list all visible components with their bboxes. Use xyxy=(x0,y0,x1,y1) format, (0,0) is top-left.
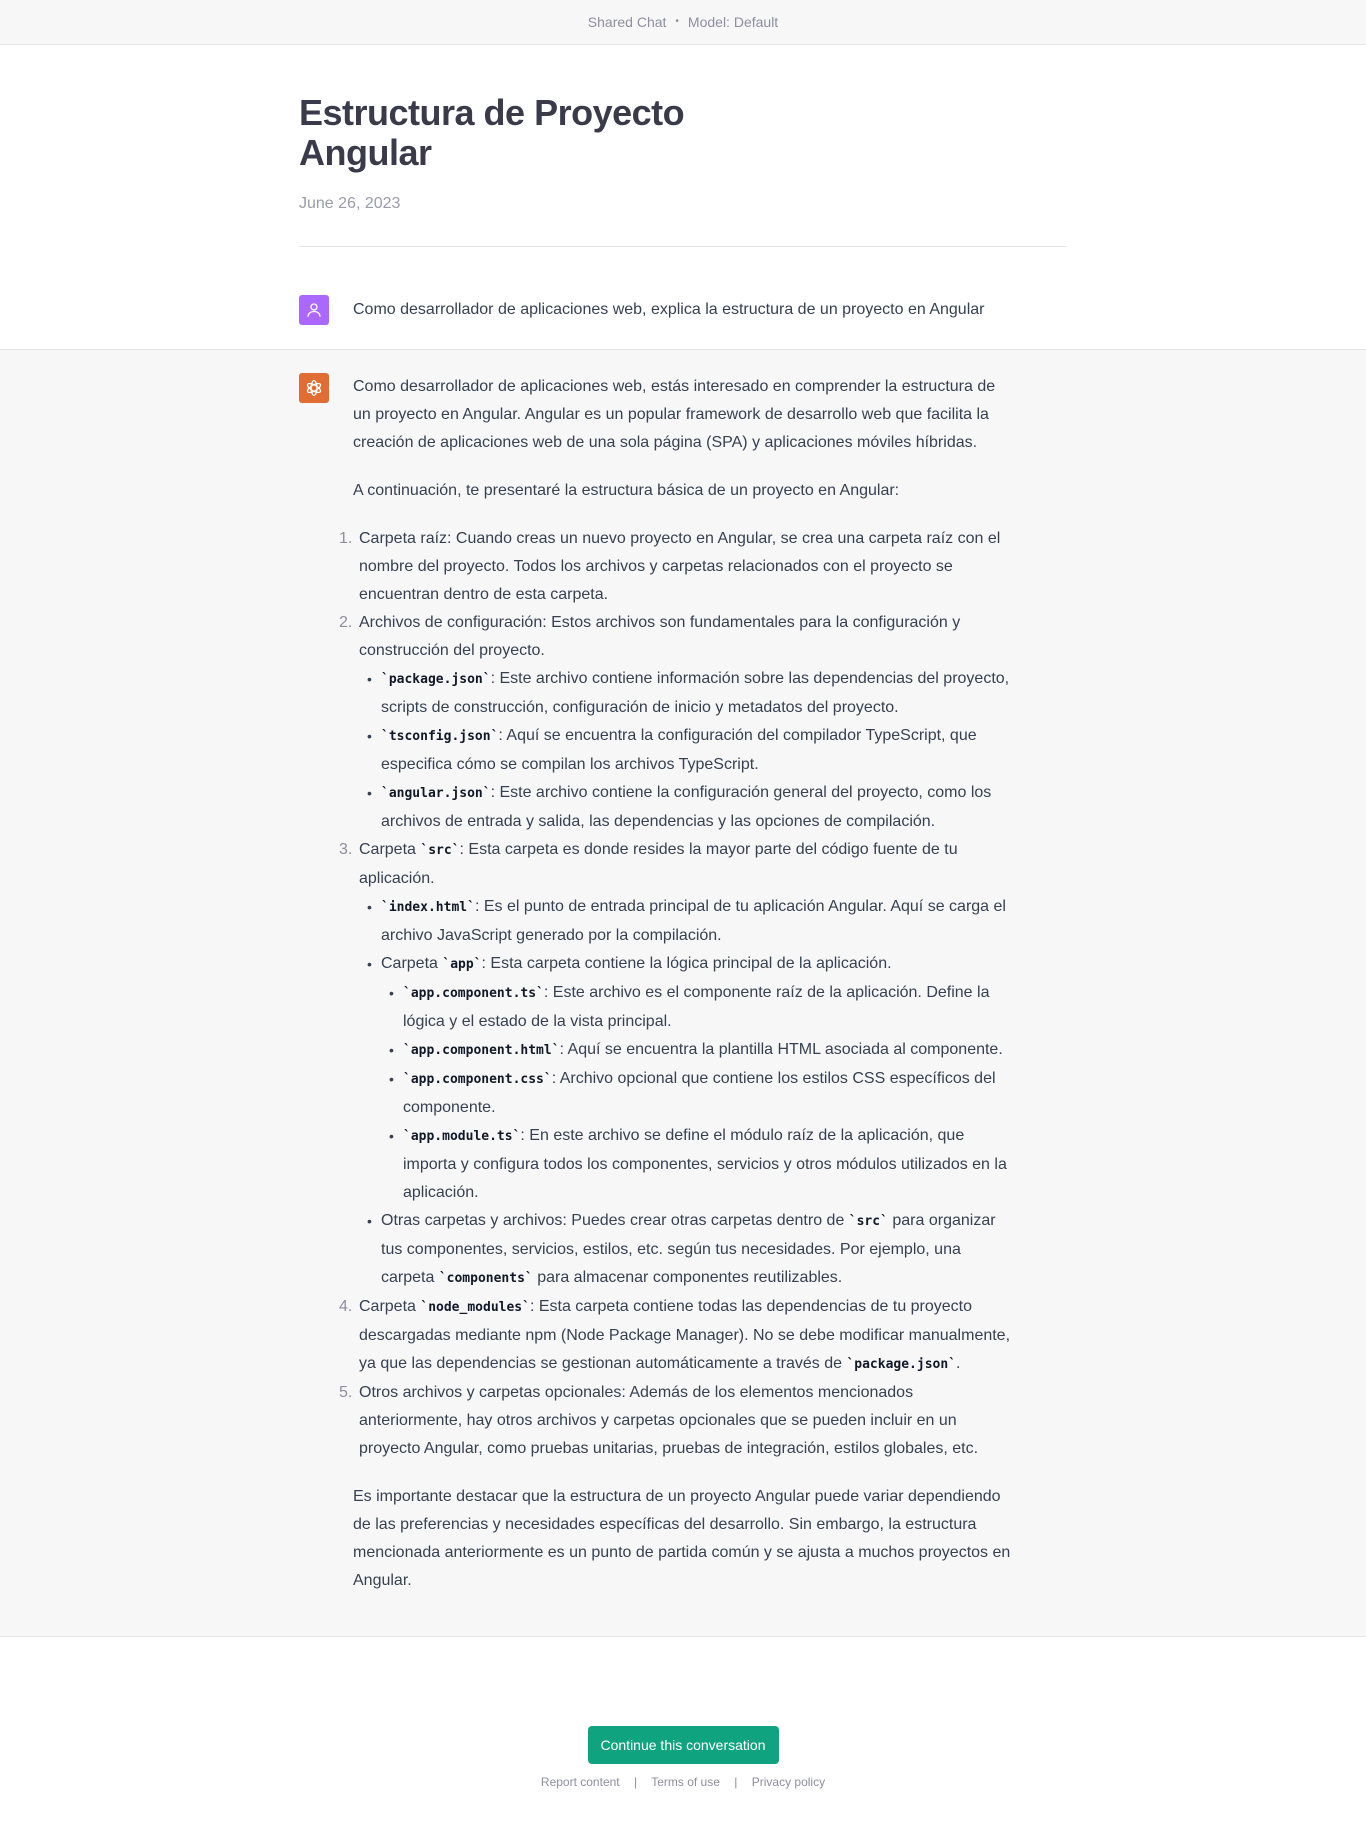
list-item-text: para almacenar componentes reutilizables… xyxy=(532,1269,843,1286)
page-footer: Continue this conversation Report conten… xyxy=(0,1637,1366,1789)
page-title: Estructura de Proyecto Angular xyxy=(299,92,685,173)
continue-conversation-button[interactable]: Continue this conversation xyxy=(587,1726,779,1764)
link-separator: | xyxy=(633,1775,638,1789)
code-inline: tsconfig.json xyxy=(381,729,498,744)
top-bar: Shared Chat • Model: Default xyxy=(0,0,1366,45)
list-number: 5. xyxy=(339,1384,353,1401)
code-inline: app.component.html xyxy=(403,1043,560,1058)
app-folder-list: app.component.ts: Este archivo es el com… xyxy=(381,979,1013,1207)
code-inline: app.module.ts xyxy=(403,1129,520,1144)
user-message: Como desarrollador de aplicaciones web, … xyxy=(0,247,1366,350)
terms-of-use-link[interactable]: Terms of use xyxy=(651,1775,720,1789)
openai-logo-icon xyxy=(306,380,322,396)
list-number: 2. xyxy=(339,614,353,631)
code-inline: angular.json xyxy=(381,786,491,801)
list-item: angular.json: Este archivo contiene la c… xyxy=(367,779,1013,836)
assistant-message: Como desarrollador de aplicaciones web, … xyxy=(0,350,1366,1637)
code-inline: components xyxy=(439,1271,533,1286)
assistant-avatar xyxy=(299,373,329,403)
list-item: app.module.ts: En este archivo se define… xyxy=(389,1122,1013,1207)
list-item-text: Otras carpetas y archivos: Puedes crear … xyxy=(381,1212,849,1229)
conversation-date: June 26, 2023 xyxy=(299,195,401,212)
list-number: 3. xyxy=(339,841,353,858)
conversation-header: Estructura de Proyecto Angular June 26, … xyxy=(299,45,1067,247)
list-item: app.component.ts: Este archivo es el com… xyxy=(389,979,1013,1036)
outro-paragraph: Es importante destacar que la estructura… xyxy=(353,1488,1011,1589)
link-separator: | xyxy=(734,1775,738,1789)
assistant-message-body: Como desarrollador de aplicaciones web, … xyxy=(339,373,1013,1615)
code-inline: src xyxy=(849,1214,888,1229)
list-item-text: Carpeta xyxy=(359,841,421,858)
shared-chat-label: Shared Chat xyxy=(587,14,667,30)
user-icon xyxy=(307,303,321,317)
list-item-text: Archivos de configuración: Estos archivo… xyxy=(359,614,961,659)
user-message-text: Como desarrollador de aplicaciones web, … xyxy=(353,301,985,318)
code-inline: src xyxy=(420,843,459,858)
src-list: index.html: Es el punto de entrada princ… xyxy=(359,893,1013,1293)
list-item: app.component.css: Archivo opcional que … xyxy=(389,1065,1013,1122)
list-item-text: Otros archivos y carpetas opcionales: Ad… xyxy=(359,1384,979,1457)
list-item-text: Carpeta xyxy=(381,955,443,972)
user-avatar xyxy=(299,295,329,325)
list-item-text: : Esta carpeta contiene la lógica princi… xyxy=(481,955,892,972)
lead-paragraph: A continuación, te presentaré la estruct… xyxy=(353,482,900,499)
list-number: 1. xyxy=(339,530,353,547)
code-inline: app xyxy=(442,957,481,972)
privacy-policy-link[interactable]: Privacy policy xyxy=(752,1775,825,1789)
footer-links: Report content | Terms of use | Privacy … xyxy=(0,1775,1366,1789)
list-item: 2. Archivos de configuración: Estos arch… xyxy=(339,609,1013,836)
model-label: Model: Default xyxy=(687,14,779,30)
list-number: 4. xyxy=(339,1298,353,1315)
list-item-text: : Aquí se encuentra la plantilla HTML as… xyxy=(559,1041,1003,1058)
intro-paragraph: Como desarrollador de aplicaciones web, … xyxy=(353,378,996,451)
list-item: 3. Carpeta src: Esta carpeta es donde re… xyxy=(339,836,1013,1293)
list-item-text: Carpeta xyxy=(359,1298,421,1315)
list-item-text: : Es el punto de entrada principal de tu… xyxy=(381,898,1006,944)
list-item: Carpeta app: Esta carpeta contiene la ló… xyxy=(367,950,1013,1207)
list-item: index.html: Es el punto de entrada princ… xyxy=(367,893,1013,950)
list-item: 4. Carpeta node_modules: Esta carpeta co… xyxy=(339,1293,1013,1379)
code-inline: app.component.ts xyxy=(403,986,544,1001)
code-inline: node_modules xyxy=(420,1300,530,1315)
list-item: app.component.html: Aquí se encuentra la… xyxy=(389,1036,1013,1065)
code-inline: app.component.css xyxy=(403,1072,552,1087)
list-item-text: . xyxy=(956,1355,961,1372)
structure-list: 1. Carpeta raíz: Cuando creas un nuevo p… xyxy=(339,525,1013,1463)
separator-dot: • xyxy=(675,15,679,27)
code-inline: package.json xyxy=(381,672,491,687)
config-files-list: package.json: Este archivo contiene info… xyxy=(359,665,1013,836)
code-inline: index.html xyxy=(381,900,475,915)
code-inline: package.json xyxy=(846,1357,956,1372)
list-item: package.json: Este archivo contiene info… xyxy=(367,665,1013,722)
list-item: 1. Carpeta raíz: Cuando creas un nuevo p… xyxy=(339,525,1013,609)
report-content-link[interactable]: Report content xyxy=(541,1775,620,1789)
list-item-text: Carpeta raíz: Cuando creas un nuevo proy… xyxy=(359,530,1001,603)
list-item: 5. Otros archivos y carpetas opcionales:… xyxy=(339,1379,1013,1463)
list-item: Otras carpetas y archivos: Puedes crear … xyxy=(367,1207,1013,1293)
list-item: tsconfig.json: Aquí se encuentra la conf… xyxy=(367,722,1013,779)
